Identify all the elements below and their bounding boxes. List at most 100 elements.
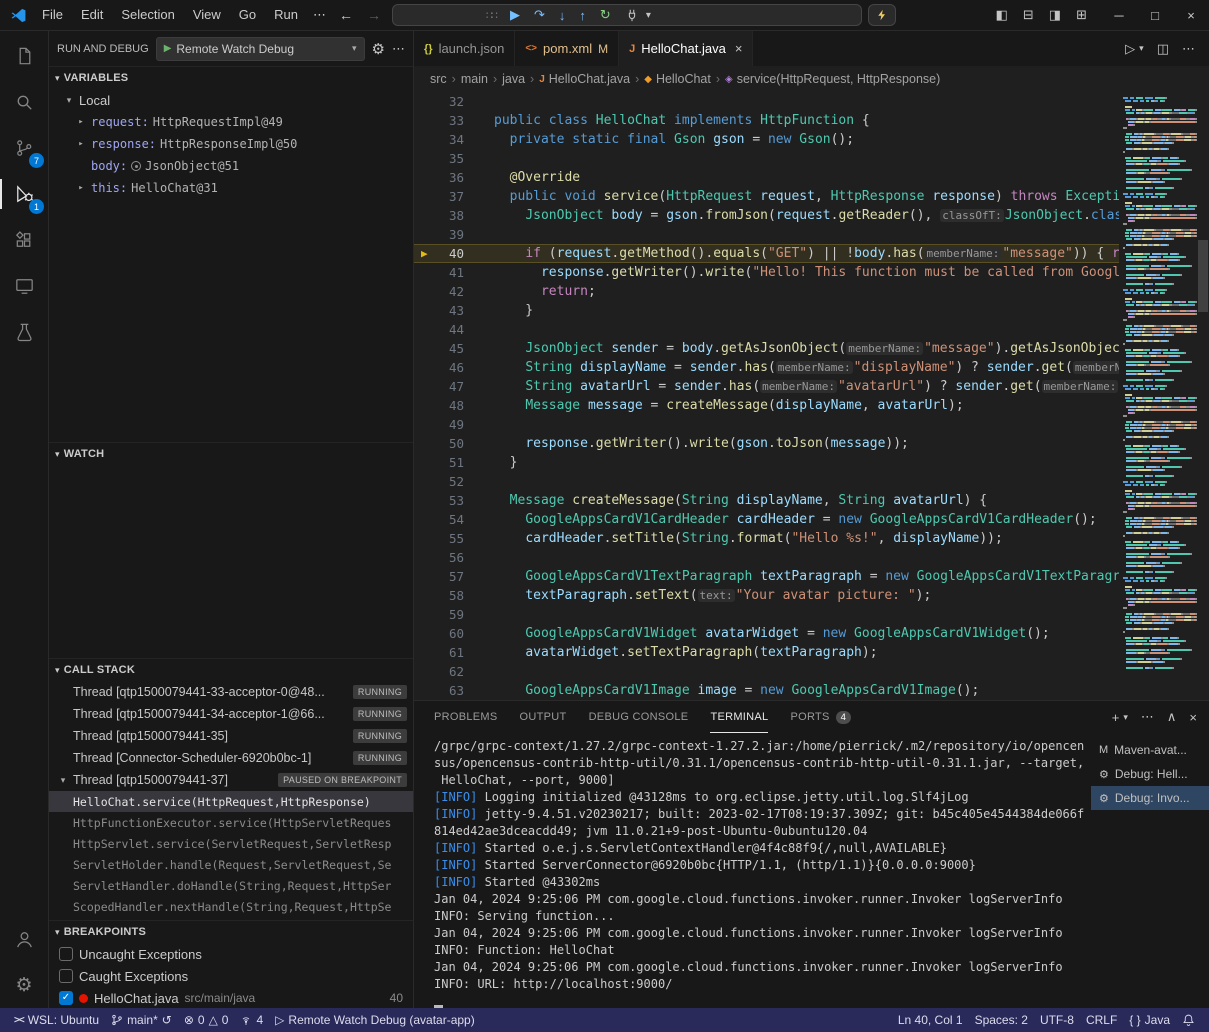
- sidebar-item-testing[interactable]: [0, 309, 48, 355]
- stack-frame[interactable]: HelloChat.service(HttpRequest,HttpRespon…: [49, 791, 413, 812]
- ports-item[interactable]: 4: [234, 1008, 269, 1032]
- notifications-item[interactable]: [1176, 1008, 1201, 1032]
- menu-overflow-icon[interactable]: ⋯: [307, 7, 332, 23]
- menu-edit[interactable]: Edit: [72, 4, 112, 26]
- minimap[interactable]: [1119, 92, 1197, 700]
- sidebar-item-explorer[interactable]: [0, 33, 48, 79]
- code-line-37[interactable]: 37 public void service(HttpRequest reque…: [414, 187, 1119, 206]
- tab-launch.json[interactable]: {}launch.json: [414, 31, 515, 66]
- code-line-34[interactable]: 34 private static final Gson gson = new …: [414, 130, 1119, 149]
- callstack-thread[interactable]: ▾Thread [qtp1500079441-37]PAUSED ON BREA…: [49, 769, 413, 791]
- variables-header[interactable]: ▾ VARIABLES: [49, 67, 413, 89]
- scrollbar-thumb[interactable]: [1198, 240, 1208, 312]
- menu-file[interactable]: File: [33, 4, 72, 26]
- sidebar-item-search[interactable]: [0, 79, 48, 125]
- code-line-43[interactable]: 43 }: [414, 301, 1119, 320]
- debug-toolbar-grip[interactable]: ∷∷: [486, 9, 496, 22]
- code-line-62[interactable]: 62: [414, 662, 1119, 681]
- problems-item[interactable]: ⊗ 0 △ 0: [178, 1008, 235, 1032]
- code-line-51[interactable]: 51 }: [414, 453, 1119, 472]
- code-line-44[interactable]: 44: [414, 320, 1119, 339]
- variables-scope-local[interactable]: ▾Local: [49, 89, 413, 111]
- step-into-button[interactable]: ↓: [559, 8, 566, 23]
- cursor-position-item[interactable]: Ln 40, Col 1: [892, 1008, 969, 1032]
- breakpoint-checkbox[interactable]: ✓: [59, 991, 73, 1005]
- breadcrumb-item[interactable]: src: [430, 72, 447, 86]
- breakpoint-checkbox[interactable]: [59, 947, 73, 961]
- debug-options-chevron-icon[interactable]: ▾: [646, 10, 651, 21]
- code-line-40[interactable]: ▶40 if (request.getMethod().equals("GET"…: [414, 244, 1119, 263]
- code-line-55[interactable]: 55 cardHeader.setTitle(String.format("He…: [414, 529, 1119, 548]
- step-out-button[interactable]: ↑: [579, 8, 586, 23]
- minimize-button[interactable]: ─: [1101, 0, 1137, 30]
- stack-frame[interactable]: ServletHolder.handle(Request,ServletRequ…: [49, 854, 413, 875]
- code-line-50[interactable]: 50 response.getWriter().write(gson.toJso…: [414, 434, 1119, 453]
- eol-item[interactable]: CRLF: [1080, 1008, 1123, 1032]
- breadcrumb-item[interactable]: main: [461, 72, 488, 86]
- sidebar-item-source-control[interactable]: 7: [0, 125, 48, 171]
- code-line-63[interactable]: 63 GoogleAppsCardV1Image image = new Goo…: [414, 681, 1119, 700]
- code-line-61[interactable]: 61 avatarWidget.setTextParagraph(textPar…: [414, 643, 1119, 662]
- tab-HelloChat.java[interactable]: JHelloChat.java×: [619, 31, 753, 66]
- terminal-output[interactable]: /grpc/grpc-context/1.27.2/grpc-context-1…: [414, 733, 1091, 1008]
- callstack-thread[interactable]: Thread [qtp1500079441-33-acceptor-0@48..…: [49, 681, 413, 703]
- settings-button[interactable]: ⚙: [0, 962, 48, 1008]
- breadcrumb-item[interactable]: JHelloChat.java: [539, 72, 630, 86]
- toggle-panel-icon[interactable]: ⊟: [1023, 7, 1034, 23]
- callstack-thread[interactable]: Thread [qtp1500079441-34-acceptor-1@66..…: [49, 703, 413, 725]
- views-more-actions-icon[interactable]: ⋯: [392, 41, 405, 57]
- step-over-button[interactable]: ↷: [534, 7, 545, 23]
- breakpoint-item[interactable]: ✓HelloChat.javasrc/main/java40: [49, 987, 413, 1008]
- editor-scrollbar[interactable]: [1197, 92, 1209, 700]
- indentation-item[interactable]: Spaces: 2: [969, 1008, 1034, 1032]
- toggle-secondary-sidebar-icon[interactable]: ◨: [1049, 7, 1061, 23]
- panel-tab-ports[interactable]: PORTS4: [790, 701, 851, 733]
- code-line-58[interactable]: 58 textParagraph.setText(text:"Your avat…: [414, 586, 1119, 605]
- maximize-button[interactable]: □: [1137, 0, 1173, 30]
- breakpoint-checkbox[interactable]: [59, 969, 73, 983]
- breadcrumb-item[interactable]: java: [502, 72, 525, 86]
- code-line-41[interactable]: 41 response.getWriter().write("Hello! Th…: [414, 263, 1119, 282]
- terminal-list-item[interactable]: ⚙Debug: Invo...: [1091, 786, 1209, 810]
- editor-more-actions-icon[interactable]: ⋯: [1182, 41, 1195, 57]
- continue-button[interactable]: ▶: [510, 7, 520, 23]
- code-line-45[interactable]: 45 JsonObject sender = body.getAsJsonObj…: [414, 339, 1119, 358]
- split-editor-button[interactable]: ◫: [1157, 41, 1169, 57]
- panel-tab-terminal[interactable]: TERMINAL: [710, 701, 768, 733]
- run-java-button[interactable]: ▷: [1125, 41, 1135, 57]
- restart-button[interactable]: ↻: [600, 7, 611, 23]
- new-terminal-button[interactable]: +: [1112, 710, 1120, 725]
- menu-selection[interactable]: Selection: [112, 4, 183, 26]
- breadcrumb-item[interactable]: ◆HelloChat: [644, 72, 711, 86]
- code-line-46[interactable]: 46 String displayName = sender.has(membe…: [414, 358, 1119, 377]
- breakpoints-header[interactable]: ▾ BREAKPOINTS: [49, 921, 413, 943]
- code-line-52[interactable]: 52: [414, 472, 1119, 491]
- forward-button[interactable]: →: [360, 7, 388, 23]
- callstack-thread[interactable]: Thread [Connector-Scheduler-6920b0bc-1]R…: [49, 747, 413, 769]
- code-line-57[interactable]: 57 GoogleAppsCardV1TextParagraph textPar…: [414, 567, 1119, 586]
- variable-body[interactable]: body:JsonObject@51: [49, 155, 413, 177]
- variable-this[interactable]: ▸this:HelloChat@31: [49, 177, 413, 199]
- run-options-chevron-icon[interactable]: ▾: [1139, 43, 1144, 54]
- command-center[interactable]: ∷∷ ▶ ↷ ↓ ↑ ↻ ▾: [392, 4, 862, 26]
- code-line-36[interactable]: 36 @Override: [414, 168, 1119, 187]
- call-stack-header[interactable]: ▾ CALL STACK: [49, 659, 413, 681]
- variable-response[interactable]: ▸response:HttpResponseImpl@50: [49, 133, 413, 155]
- terminal-list-item[interactable]: ⚙Debug: Hell...: [1091, 762, 1209, 786]
- terminal-profile-chevron-icon[interactable]: ▾: [1123, 712, 1128, 723]
- code-line-35[interactable]: 35: [414, 149, 1119, 168]
- debug-status-item[interactable]: ▷ Remote Watch Debug (avatar-app): [269, 1008, 481, 1032]
- code-line-32[interactable]: 32: [414, 92, 1119, 111]
- code-line-49[interactable]: 49: [414, 415, 1119, 434]
- account-button[interactable]: [0, 916, 48, 962]
- close-button[interactable]: ×: [1173, 0, 1209, 30]
- maximize-panel-icon[interactable]: ∧: [1167, 709, 1177, 725]
- remote-indicator[interactable]: >< WSL: Ubuntu: [8, 1008, 105, 1032]
- git-branch-item[interactable]: main* ↺: [105, 1008, 178, 1032]
- code-line-56[interactable]: 56: [414, 548, 1119, 567]
- code-line-54[interactable]: 54 GoogleAppsCardV1CardHeader cardHeader…: [414, 510, 1119, 529]
- code-line-47[interactable]: 47 String avatarUrl = sender.has(memberN…: [414, 377, 1119, 396]
- panel-tab-debug-console[interactable]: DEBUG CONSOLE: [589, 701, 689, 733]
- sidebar-item-extensions[interactable]: [0, 217, 48, 263]
- variable-request[interactable]: ▸request:HttpRequestImpl@49: [49, 111, 413, 133]
